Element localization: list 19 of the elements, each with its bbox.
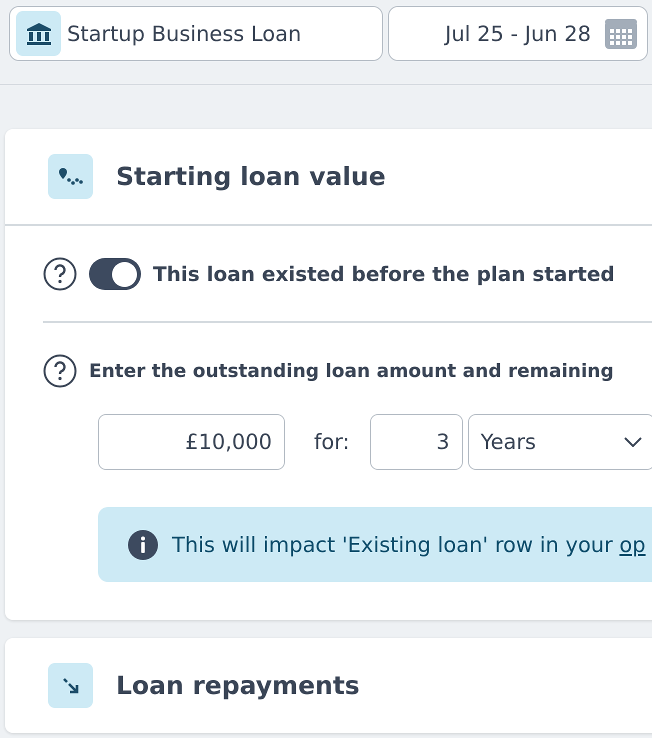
amount-input[interactable]: £10,000 [98, 414, 285, 470]
toggle-switch[interactable] [89, 258, 141, 290]
question-text: Enter the outstanding loan amount and remaining [89, 360, 614, 382]
date-range-field[interactable]: Jul 25 - Jun 28 [388, 6, 648, 61]
help-icon[interactable] [43, 257, 77, 291]
card-title: Loan repayments [116, 671, 360, 700]
bank-icon [16, 11, 61, 56]
info-icon [128, 530, 158, 560]
loan-select[interactable]: Startup Business Loan [9, 6, 383, 61]
route-icon [48, 154, 93, 199]
for-label: for: [314, 430, 350, 454]
term-input[interactable]: 3 [370, 414, 463, 470]
info-link[interactable]: op [619, 532, 646, 556]
chevron-down-icon [624, 437, 642, 447]
toggle-label: This loan existed before the plan started [153, 262, 615, 286]
help-icon[interactable] [43, 354, 77, 388]
card-title: Starting loan value [116, 162, 386, 191]
info-text: This will impact 'Existing loan' row in your op [172, 532, 646, 556]
unit-select[interactable]: Years [468, 414, 652, 470]
